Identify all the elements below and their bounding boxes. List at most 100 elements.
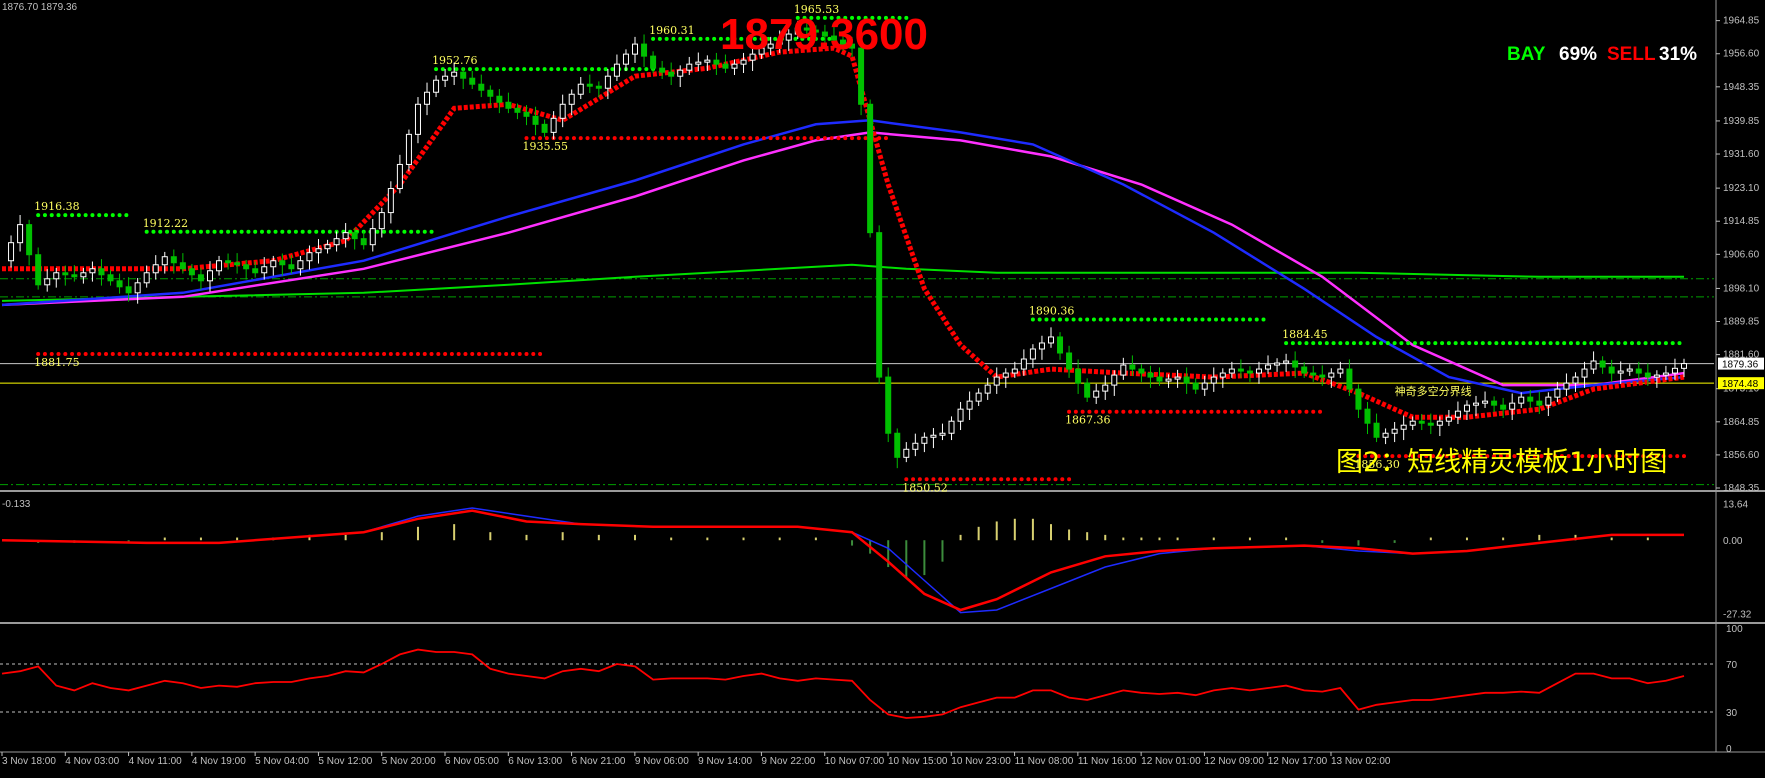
chart-caption: 图2：短线精灵模板1小时图: [1336, 447, 1668, 478]
level-dot: [90, 352, 95, 357]
level-dot: [171, 352, 176, 357]
level-dot: [1060, 477, 1065, 482]
candle-body: [1653, 374, 1660, 378]
candle-body: [44, 278, 51, 286]
level-dot: [660, 136, 665, 141]
level-dot: [1399, 341, 1404, 346]
level-dot: [1141, 409, 1146, 414]
candle-body: [595, 85, 602, 89]
level-dot: [1044, 317, 1049, 322]
level-dot: [1338, 341, 1343, 346]
level-dot: [1159, 317, 1164, 322]
level-dot: [1223, 409, 1228, 414]
level-label: 1884.45: [1282, 328, 1328, 341]
level-dot: [1290, 409, 1295, 414]
level-dot: [1168, 409, 1173, 414]
candle-body: [188, 268, 195, 276]
candle-body: [234, 262, 241, 266]
level-dot: [592, 136, 597, 141]
level-dot: [1193, 317, 1198, 322]
price-tick-label: 1923.10: [1723, 183, 1760, 194]
level-dot: [131, 352, 136, 357]
level-dot: [382, 352, 387, 357]
candle-body: [387, 188, 394, 214]
level-dot: [1243, 409, 1248, 414]
candle-body: [1002, 372, 1009, 378]
level-dot: [576, 67, 581, 72]
level-dot: [666, 136, 671, 141]
divider-line-label: 神奇多空分界线: [1395, 384, 1472, 398]
level-dot: [1682, 454, 1686, 459]
level-dot: [1091, 317, 1096, 322]
level-dot: [490, 352, 495, 357]
candle-body: [170, 256, 177, 264]
level-dot: [110, 213, 115, 218]
level-dot: [239, 352, 244, 357]
level-dot: [1200, 317, 1205, 322]
level-dot: [467, 67, 472, 72]
candle-body: [1047, 336, 1054, 344]
level-dot: [985, 477, 990, 482]
level-dot: [1446, 341, 1451, 346]
level-dot: [1487, 341, 1492, 346]
level-dot: [341, 352, 346, 357]
candle-body: [1509, 402, 1516, 410]
level-dot: [429, 352, 434, 357]
candle-body: [89, 268, 96, 274]
level-dot: [822, 136, 827, 141]
level-dot: [517, 352, 522, 357]
level-dot: [1195, 409, 1200, 414]
candle-body: [179, 262, 186, 270]
candle-body: [1210, 376, 1217, 384]
level-dot: [883, 136, 888, 141]
level-dot: [97, 352, 102, 357]
candle-body: [496, 95, 503, 103]
level-dot: [334, 352, 339, 357]
level-dot: [562, 67, 567, 72]
level-dot: [178, 352, 183, 357]
level-dot: [1189, 409, 1194, 414]
level-dot: [1616, 341, 1621, 346]
level-dot: [707, 136, 712, 141]
candle-body: [297, 260, 304, 270]
level-dot: [300, 229, 305, 234]
level-dot: [965, 477, 970, 482]
level-dot: [700, 136, 705, 141]
level-dot: [1419, 341, 1424, 346]
candle-body: [885, 376, 892, 434]
candle-body: [704, 59, 711, 63]
price-tick-label: 1898.10: [1723, 283, 1760, 294]
candle-body: [984, 384, 991, 394]
candle-body: [134, 282, 141, 294]
candle-body: [668, 71, 675, 77]
level-dot: [578, 136, 583, 141]
level-dot: [1345, 341, 1350, 346]
candle-body: [1681, 363, 1687, 369]
candle-body: [414, 103, 421, 135]
level-dot: [637, 67, 642, 72]
level-dot: [144, 352, 149, 357]
level-dot: [246, 229, 251, 234]
level-dot: [474, 67, 479, 72]
ohlc-header: 1876.70 1879.36: [2, 2, 78, 13]
level-dot: [495, 67, 500, 72]
level-dot: [1304, 409, 1309, 414]
price-tick-label: 1864.85: [1723, 417, 1760, 428]
level-dot: [1254, 317, 1259, 322]
level-dot: [42, 213, 47, 218]
candle-body: [378, 212, 385, 230]
candle-body: [487, 89, 494, 97]
candle-body: [613, 63, 620, 77]
level-dot: [314, 229, 319, 234]
time-tick-label: 4 Nov 03:00: [65, 756, 119, 767]
level-dot: [522, 67, 527, 72]
level-dot: [610, 67, 615, 72]
level-dot: [583, 67, 588, 72]
level-dot: [1112, 317, 1117, 322]
level-dot: [409, 229, 414, 234]
price-tick-label: 1931.60: [1723, 149, 1760, 160]
level-dot: [1677, 341, 1682, 346]
level-dot: [1311, 409, 1316, 414]
level-dot: [1277, 409, 1282, 414]
level-dot: [1046, 477, 1051, 482]
